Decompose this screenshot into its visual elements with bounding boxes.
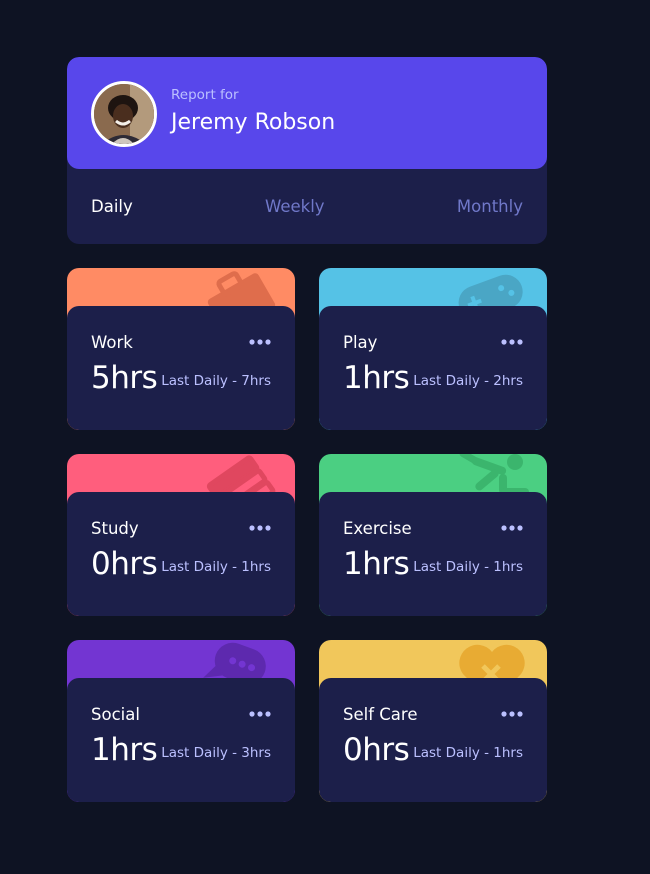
activity-panel[interactable]: Study 0hrs Last Daily - 1hrs — [67, 492, 295, 616]
user-name: Jeremy Robson — [171, 110, 336, 135]
avatar — [91, 81, 157, 147]
activity-previous: Last Daily - 1hrs — [413, 559, 523, 575]
activity-card-work: Work 5hrs Last Daily - 7hrs — [67, 268, 295, 430]
activity-card-exercise: Exercise 1hrs Last Daily - 1hrs — [319, 454, 547, 616]
activity-card-self-care: Self Care 0hrs Last Daily - 1hrs — [319, 640, 547, 802]
ellipsis-icon[interactable] — [249, 711, 271, 717]
activity-card-social: Social 1hrs Last Daily - 3hrs — [67, 640, 295, 802]
ellipsis-icon[interactable] — [501, 339, 523, 345]
activity-previous: Last Daily - 2hrs — [413, 373, 523, 389]
activity-hours: 1hrs — [91, 732, 158, 768]
ellipsis-icon[interactable] — [249, 525, 271, 531]
activity-hours: 1hrs — [343, 360, 410, 396]
activity-panel[interactable]: Play 1hrs Last Daily - 2hrs — [319, 306, 547, 430]
activity-panel[interactable]: Work 5hrs Last Daily - 7hrs — [67, 306, 295, 430]
activity-title: Self Care — [343, 705, 418, 724]
ellipsis-icon[interactable] — [501, 711, 523, 717]
activity-title: Exercise — [343, 519, 412, 538]
activity-hours: 1hrs — [343, 546, 410, 582]
activity-title: Play — [343, 333, 378, 352]
activity-previous: Last Daily - 1hrs — [161, 559, 271, 575]
activity-previous: Last Daily - 7hrs — [161, 373, 271, 389]
activity-hours: 0hrs — [91, 546, 158, 582]
report-label: Report for — [171, 87, 239, 103]
activity-hours: 0hrs — [343, 732, 410, 768]
activity-card-study: Study 0hrs Last Daily - 1hrs — [67, 454, 295, 616]
activity-title: Social — [91, 705, 140, 724]
activity-title: Study — [91, 519, 139, 538]
activity-previous: Last Daily - 1hrs — [413, 745, 523, 761]
tab-daily[interactable]: Daily — [91, 197, 133, 216]
profile-card: Report for Jeremy Robson Daily Weekly Mo… — [67, 57, 547, 244]
ellipsis-icon[interactable] — [249, 339, 271, 345]
activity-panel[interactable]: Social 1hrs Last Daily - 3hrs — [67, 678, 295, 802]
tab-weekly[interactable]: Weekly — [265, 197, 325, 216]
user-avatar-icon — [94, 84, 154, 144]
activity-previous: Last Daily - 3hrs — [161, 745, 271, 761]
activity-title: Work — [91, 333, 133, 352]
activity-card-play: Play 1hrs Last Daily - 2hrs — [319, 268, 547, 430]
tab-monthly[interactable]: Monthly — [457, 197, 523, 216]
ellipsis-icon[interactable] — [501, 525, 523, 531]
activity-panel[interactable]: Exercise 1hrs Last Daily - 1hrs — [319, 492, 547, 616]
activity-panel[interactable]: Self Care 0hrs Last Daily - 1hrs — [319, 678, 547, 802]
profile-header: Report for Jeremy Robson — [67, 57, 547, 169]
activity-hours: 5hrs — [91, 360, 158, 396]
